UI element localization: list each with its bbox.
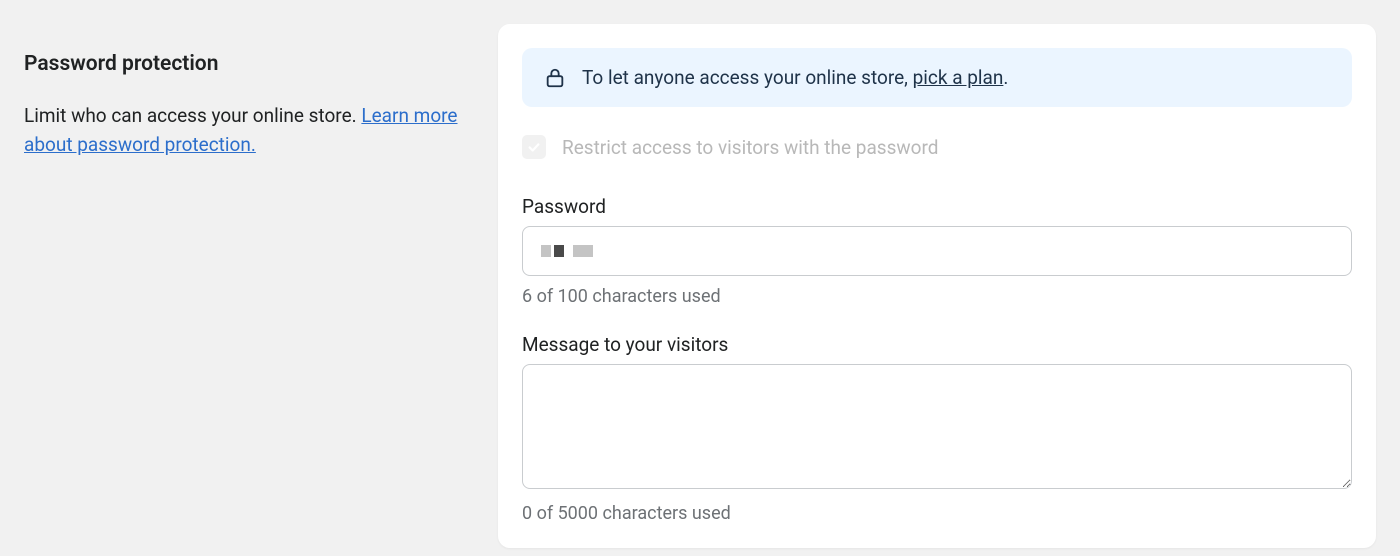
password-field-group: Password 6 of 100 characters used: [522, 195, 1352, 307]
plan-banner: To let anyone access your online store, …: [522, 48, 1352, 107]
banner-text-prefix: To let anyone access your online store,: [582, 66, 913, 89]
password-mask: [541, 241, 1333, 261]
settings-card: To let anyone access your online store, …: [498, 24, 1376, 548]
message-textarea[interactable]: [522, 364, 1352, 489]
restrict-access-row: Restrict access to visitors with the pas…: [522, 135, 1352, 159]
section-description-text: Limit who can access your online store.: [24, 104, 361, 127]
section-description: Limit who can access your online store. …: [24, 102, 474, 159]
message-field-group: Message to your visitors 0 of 5000 chara…: [522, 333, 1352, 524]
lock-icon: [544, 67, 566, 89]
password-input[interactable]: [522, 226, 1352, 276]
settings-section: Password protection Limit who can access…: [24, 24, 1376, 548]
section-sidebar: Password protection Limit who can access…: [24, 24, 474, 548]
message-char-count: 0 of 5000 characters used: [522, 503, 1352, 524]
restrict-access-checkbox: [522, 135, 546, 159]
restrict-access-label: Restrict access to visitors with the pas…: [562, 136, 938, 159]
section-title: Password protection: [24, 52, 474, 76]
password-char-count: 6 of 100 characters used: [522, 286, 1352, 307]
pick-plan-link[interactable]: pick a plan: [913, 66, 1004, 89]
banner-text: To let anyone access your online store, …: [582, 66, 1008, 89]
banner-text-suffix: .: [1003, 66, 1008, 89]
message-label: Message to your visitors: [522, 333, 1352, 356]
checkmark-icon: [527, 140, 541, 154]
password-label: Password: [522, 195, 1352, 218]
